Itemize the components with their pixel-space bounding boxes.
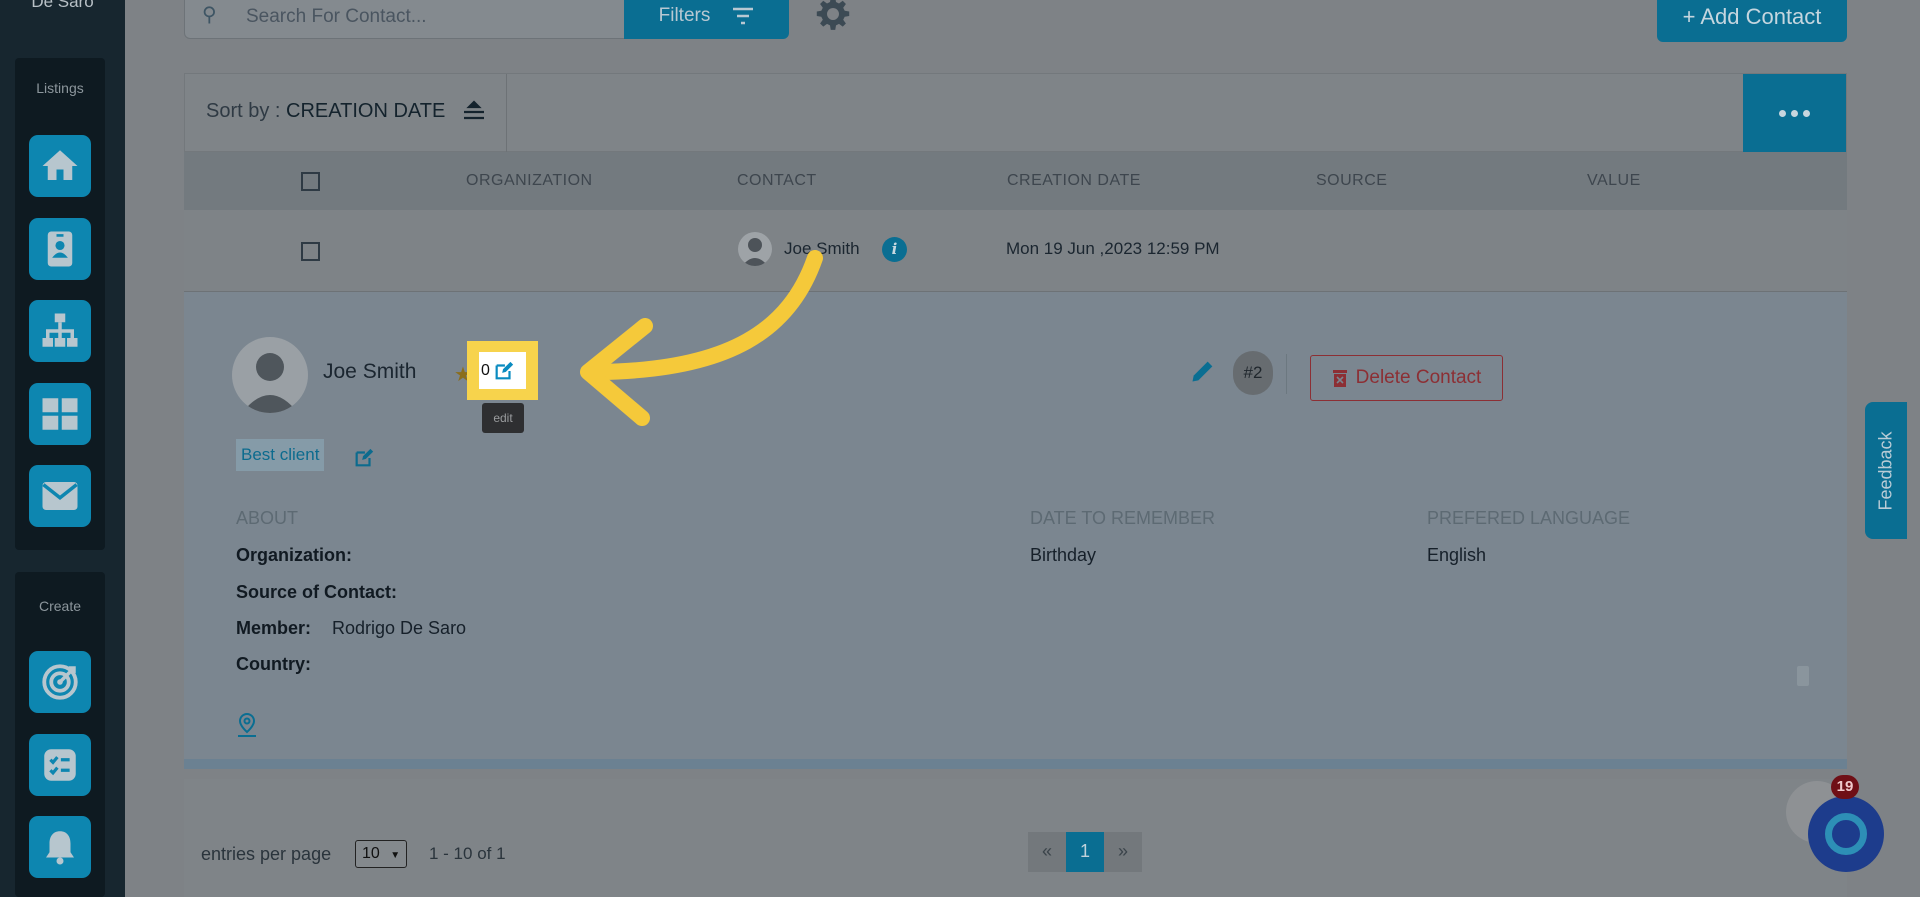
home-icon bbox=[42, 150, 78, 180]
table-header: ORGANIZATION CONTACT CREATION DATE SOURC… bbox=[184, 152, 1847, 210]
row-creation-date: Mon 19 Jun ,2023 12:59 PM bbox=[1006, 239, 1220, 258]
trash-icon bbox=[1332, 370, 1347, 387]
language-value: English bbox=[1427, 545, 1487, 565]
member-label: Member: bbox=[236, 618, 312, 638]
contact-detail-panel: Joe Smith ★ 0 edit Best client #2 Delete… bbox=[184, 292, 1847, 769]
table-row[interactable]: Joe Smith i Mon 19 Jun ,2023 12:59 PM bbox=[184, 210, 1847, 292]
column-contact[interactable]: CONTACT bbox=[737, 172, 817, 190]
date-to-remember-heading: DATE TO REMEMBER bbox=[1030, 508, 1216, 528]
mail-button[interactable] bbox=[29, 465, 91, 527]
column-source[interactable]: SOURCE bbox=[1316, 172, 1387, 190]
create-task-button[interactable] bbox=[29, 734, 91, 796]
more-options-button[interactable] bbox=[1743, 74, 1846, 152]
search-placeholder: Search For Contact... bbox=[246, 6, 427, 27]
sort-control[interactable]: Sort by : CREATION DATE bbox=[206, 100, 487, 123]
contact-name: Joe Smith bbox=[323, 360, 417, 383]
feedback-tab[interactable]: Feedback bbox=[1865, 402, 1907, 539]
row-checkbox[interactable] bbox=[301, 242, 320, 261]
feedback-label: Feedback bbox=[1875, 430, 1896, 511]
listings-title: Listings bbox=[36, 80, 84, 96]
rating-value: 0 bbox=[481, 362, 490, 379]
prev-page-button[interactable]: « bbox=[1028, 832, 1066, 872]
edit-highlight: 0 bbox=[467, 341, 538, 400]
create-panel: Create bbox=[15, 572, 105, 897]
member-value: Rodrigo De Saro bbox=[332, 618, 467, 638]
edit-rating-area[interactable]: 0 bbox=[479, 352, 526, 389]
contact-tag: Best client bbox=[236, 439, 325, 471]
chat-launcher-button[interactable] bbox=[1808, 796, 1884, 872]
language-heading: PREFERED LANGUAGE bbox=[1427, 508, 1631, 528]
tutorial-arrow bbox=[580, 250, 823, 426]
next-page-button[interactable]: » bbox=[1104, 832, 1142, 872]
scroll-indicator bbox=[1797, 666, 1809, 686]
edit-icon[interactable] bbox=[493, 360, 515, 382]
page-1-button[interactable]: 1 bbox=[1066, 832, 1104, 872]
checklist-icon bbox=[44, 749, 76, 781]
contact-number-badge: #2 bbox=[1233, 351, 1273, 395]
org-chart-icon bbox=[42, 313, 78, 347]
sort-icon[interactable] bbox=[461, 100, 487, 120]
column-organization[interactable]: ORGANIZATION bbox=[466, 172, 593, 190]
per-page-value: 10 bbox=[362, 845, 380, 862]
sort-field: CREATION DATE bbox=[286, 100, 446, 122]
listings-panel: Listings bbox=[15, 58, 105, 550]
brand-name: De Saro bbox=[31, 0, 94, 11]
chat-icon bbox=[1825, 813, 1867, 855]
create-goal-button[interactable] bbox=[29, 651, 91, 713]
home-button[interactable] bbox=[29, 135, 91, 197]
filters-button[interactable]: Filters bbox=[624, 0, 789, 39]
entries-per-page-select[interactable]: 10 ▼ bbox=[355, 840, 407, 868]
contacts-button[interactable] bbox=[29, 218, 91, 280]
organizations-button[interactable] bbox=[29, 300, 91, 362]
sort-prefix: Sort by : bbox=[206, 100, 287, 122]
edit-tooltip: edit bbox=[482, 403, 524, 433]
filters-label: Filters bbox=[658, 4, 711, 26]
entries-per-page-label: entries per page bbox=[201, 844, 332, 864]
column-value[interactable]: VALUE bbox=[1587, 172, 1641, 190]
add-contact-button[interactable]: + Add Contact bbox=[1657, 0, 1847, 42]
create-title: Create bbox=[38, 598, 82, 614]
chevron-down-icon: ▼ bbox=[390, 850, 401, 861]
bell-icon bbox=[46, 831, 74, 865]
source-label: Source of Contact: bbox=[236, 582, 398, 602]
date-value: Birthday bbox=[1030, 545, 1097, 565]
filter-icon bbox=[733, 7, 754, 24]
location-pin-icon[interactable] bbox=[235, 712, 259, 738]
table-footer: entries per page 10 ▼ 1 - 10 of 1 « 1 » bbox=[184, 779, 1847, 897]
sidebar: De Saro Listings Create bbox=[0, 0, 125, 897]
mail-icon bbox=[42, 482, 78, 510]
divider bbox=[1286, 354, 1287, 394]
about-heading: ABOUT bbox=[236, 508, 299, 528]
select-all-checkbox[interactable] bbox=[301, 172, 320, 191]
delete-contact-label: Delete Contact bbox=[1355, 367, 1482, 388]
search-input[interactable]: ⚲ Search For Contact... bbox=[184, 0, 626, 39]
pagination: « 1 » bbox=[1028, 832, 1142, 872]
contact-card-icon bbox=[47, 231, 73, 267]
info-icon[interactable]: i bbox=[882, 237, 907, 262]
pencil-icon[interactable] bbox=[1189, 357, 1217, 385]
sort-bar: Sort by : CREATION DATE bbox=[184, 73, 1847, 152]
column-creation-date[interactable]: CREATION DATE bbox=[1007, 172, 1141, 190]
entries-range: 1 - 10 of 1 bbox=[429, 844, 506, 863]
edit-tag-icon[interactable] bbox=[353, 447, 375, 469]
grid-icon bbox=[42, 398, 78, 430]
contact-avatar bbox=[232, 337, 308, 413]
organization-label: Organization: bbox=[236, 545, 352, 565]
sort-divider bbox=[506, 74, 507, 152]
create-reminder-button[interactable] bbox=[29, 816, 91, 878]
notification-badge: 19 bbox=[1831, 775, 1859, 799]
dashboard-button[interactable] bbox=[29, 383, 91, 445]
gear-icon[interactable] bbox=[815, 0, 851, 32]
target-icon bbox=[42, 664, 78, 700]
delete-contact-button[interactable]: Delete Contact bbox=[1310, 355, 1503, 401]
country-label: Country: bbox=[236, 654, 311, 674]
search-icon: ⚲ bbox=[202, 4, 217, 26]
